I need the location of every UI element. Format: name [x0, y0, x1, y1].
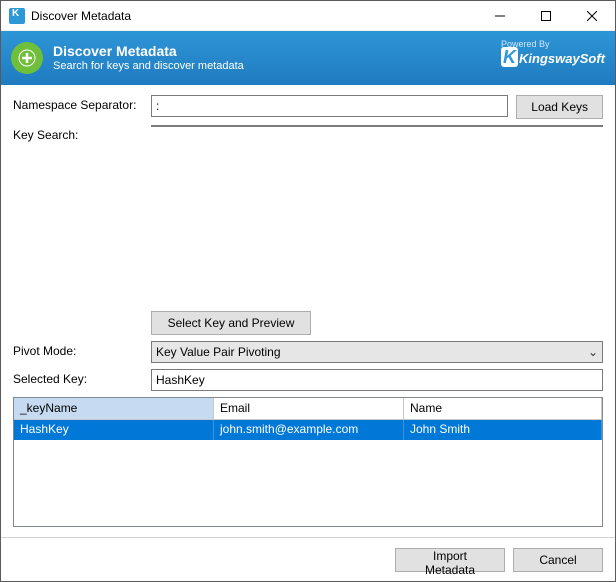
pivot-mode-value: Key Value Pair Pivoting [156, 345, 281, 359]
tree-items-container: ├─#redis_person/cc/lastName├─comment├─co… [152, 126, 585, 127]
cancel-button[interactable]: Cancel [513, 548, 603, 572]
titlebar: Discover Metadata [1, 1, 615, 31]
grid-row-selected[interactable]: HashKey john.smith@example.com John Smit… [14, 420, 602, 440]
preview-grid[interactable]: _keyName Email Name HashKey john.smith@e… [13, 397, 603, 527]
chevron-down-icon: ⌄ [584, 345, 602, 359]
grid-header-email[interactable]: Email [214, 398, 404, 420]
banner-title: Discover Metadata [53, 43, 244, 59]
key-search-row: Key Search: ├─#redis_person/cc/lastName├… [13, 125, 603, 305]
selected-key-label: Selected Key: [13, 369, 143, 386]
dialog-window: Discover Metadata Discover Metadata Sear… [0, 0, 616, 582]
app-icon [9, 8, 25, 24]
banner-subtitle: Search for keys and discover metadata [53, 59, 244, 73]
key-tree[interactable]: ├─#redis_person/cc/lastName├─comment├─co… [151, 125, 603, 127]
grid-cell-name: John Smith [404, 420, 602, 440]
select-preview-row: Select Key and Preview [13, 311, 603, 335]
maximize-icon [541, 11, 551, 21]
dialog-footer: Import Metadata Cancel [1, 537, 615, 581]
spacer [13, 311, 151, 335]
close-icon [587, 11, 597, 21]
import-metadata-button[interactable]: Import Metadata [395, 548, 505, 572]
close-button[interactable] [569, 1, 615, 30]
grid-header: _keyName Email Name [14, 398, 602, 420]
grid-header-name[interactable]: Name [404, 398, 602, 420]
window-controls [477, 1, 615, 30]
load-keys-button[interactable]: Load Keys [516, 95, 603, 119]
minimize-button[interactable] [477, 1, 523, 30]
selected-key-row: Selected Key: HashKey [13, 369, 603, 391]
powered-by: Powered By KKingswaySoft [501, 39, 605, 65]
banner-plus-icon [11, 42, 43, 74]
pivot-mode-select[interactable]: Key Value Pair Pivoting ⌄ [151, 341, 603, 363]
selected-key-value: HashKey [151, 369, 603, 391]
content-area: Namespace Separator: Load Keys Key Searc… [1, 85, 615, 537]
pivot-mode-label: Pivot Mode: [13, 341, 143, 358]
maximize-button[interactable] [523, 1, 569, 30]
grid-header-keyname[interactable]: _keyName [14, 398, 214, 420]
brand-logo: KKingswaySoft [501, 49, 605, 65]
grid-cell-keyname: HashKey [14, 420, 214, 440]
pivot-mode-row: Pivot Mode: Key Value Pair Pivoting ⌄ [13, 341, 603, 363]
banner: Discover Metadata Search for keys and di… [1, 31, 615, 85]
key-search-label: Key Search: [13, 125, 143, 142]
namespace-separator-input[interactable] [151, 95, 508, 117]
grid-cell-email: john.smith@example.com [214, 420, 404, 440]
window-title: Discover Metadata [31, 9, 477, 23]
banner-text: Discover Metadata Search for keys and di… [53, 43, 244, 73]
minimize-icon [495, 11, 505, 21]
select-key-preview-button[interactable]: Select Key and Preview [151, 311, 311, 335]
namespace-separator-label: Namespace Separator: [13, 95, 143, 112]
namespace-separator-row: Namespace Separator: Load Keys [13, 95, 603, 119]
